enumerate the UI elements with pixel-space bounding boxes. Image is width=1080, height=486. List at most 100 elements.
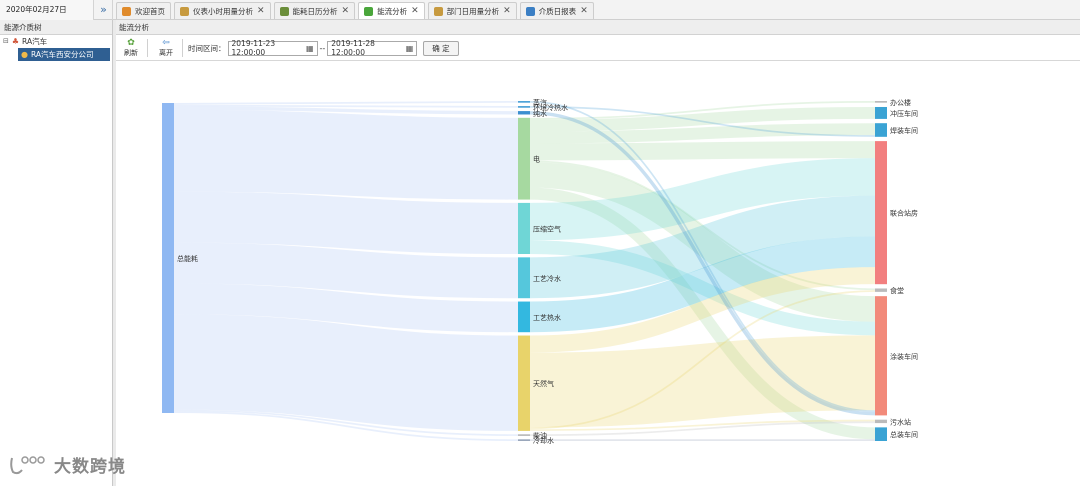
datetime-display: 2020年02月27日 12:34:34 (0, 0, 94, 34)
sankey-node[interactable] (518, 111, 530, 115)
globe-icon (525, 6, 535, 16)
sankey-node-label: 工艺热水 (533, 313, 561, 322)
watermark-text: 大数跨境 (54, 457, 126, 477)
sankey-node-label: 办公楼 (890, 98, 911, 107)
main-panel: 能流分析 ✿ 刷新 ⇦ 离开 时间区间： 2019-11-23 12:00:00… (116, 20, 1080, 486)
sankey-node-label: 涂装车间 (890, 352, 918, 361)
range-separator: -- (319, 43, 326, 53)
sankey-node[interactable] (875, 419, 887, 424)
collapse-sidebar-button[interactable]: » (95, 0, 113, 20)
calendar-icon[interactable]: ▦ (306, 44, 314, 53)
start-date-input[interactable]: 2019-11-23 12:00:00 ▦ (227, 39, 318, 57)
toolbar-divider (147, 39, 148, 57)
refresh-label: 刷新 (124, 49, 138, 57)
sankey-node[interactable] (518, 434, 530, 436)
tab-strip: 欢迎首页 仪表小时用量分析 ✕ 能耗日历分析 ✕ 能流分析 ✕ 部门日用量分析 ✕ 介质日报表 ✕ (116, 2, 594, 20)
tab-2[interactable]: 能耗日历分析 ✕ (273, 2, 356, 19)
tab-label: 介质日报表 (538, 6, 577, 16)
sankey-node-label: 焊装车间 (890, 126, 918, 135)
tab-0[interactable]: 欢迎首页 (116, 2, 171, 19)
sankey-node[interactable] (162, 103, 174, 413)
toolbar: ✿ 刷新 ⇦ 离开 时间区间： 2019-11-23 12:00:00 ▦ --… (116, 36, 1080, 61)
tab-4[interactable]: 部门日用量分析 ✕ (427, 2, 517, 19)
sankey-link[interactable] (173, 242, 519, 299)
sankey-link[interactable] (173, 283, 519, 333)
sankey-node[interactable] (875, 427, 887, 441)
sankey-link[interactable] (173, 100, 519, 105)
sankey-node[interactable] (518, 106, 530, 108)
sankey-link[interactable] (173, 191, 519, 255)
sankey-link[interactable] (173, 109, 519, 200)
sankey-node-label: 压缩空气 (533, 224, 561, 233)
exit-icon: ⇦ (162, 38, 170, 48)
close-tab-icon[interactable]: ✕ (411, 6, 419, 16)
sankey-node[interactable] (875, 141, 887, 285)
sankey-chart: 总能耗蒸汽环境冷热水纯水电压缩空气工艺冷水工艺热水天然气柴油冷却水办公楼冲压车间… (162, 98, 918, 445)
flow-icon (364, 6, 374, 16)
leave-button[interactable]: ⇦ 离开 (153, 36, 179, 60)
time-range-label: 时间区间： (188, 43, 226, 53)
tree-toggle-icon[interactable]: ⊟ (3, 35, 9, 48)
refresh-button[interactable]: ✿ 刷新 (118, 36, 144, 60)
sankey-link[interactable] (529, 141, 876, 161)
sankey-node-label: 污水站 (890, 417, 911, 426)
close-tab-icon[interactable]: ✕ (580, 6, 588, 16)
sankey-node[interactable] (875, 296, 887, 416)
sankey-node-label: 冷却水 (533, 436, 554, 445)
sankey-node[interactable] (875, 288, 887, 292)
sankey-node[interactable] (518, 257, 530, 299)
sankey-node[interactable] (518, 202, 530, 255)
toolbar-divider (182, 39, 183, 57)
tab-label: 部门日用量分析 (446, 6, 500, 16)
top-bar: 2020年02月27日 12:34:34 » 欢迎首页仪表小时用量分析✕能耗日历… (0, 0, 1080, 34)
branch-icon: ● (21, 50, 28, 59)
sankey-node-label: 电 (533, 155, 540, 164)
sankey-node-label: 食堂 (890, 286, 904, 295)
tab-1[interactable]: 仪表小时用量分析 ✕ (174, 2, 271, 19)
calendar-icon[interactable]: ▦ (406, 44, 414, 53)
sankey-node[interactable] (518, 301, 530, 333)
calendar-icon (279, 6, 289, 16)
sankey-node-label: 总装车间 (890, 430, 918, 439)
confirm-button[interactable]: 确 定 (423, 40, 459, 56)
tree-node-child-label: RA汽车西安分公司 (30, 50, 94, 59)
sankey-node[interactable] (518, 439, 530, 441)
sankey-link[interactable] (529, 335, 876, 428)
company-icon: ♣ (11, 37, 20, 46)
tree-node-child[interactable]: ● RA汽车西安分公司 (18, 48, 110, 61)
tree-node-root-label: RA汽车 (22, 37, 48, 46)
end-date-input[interactable]: 2019-11-28 12:00:00 ▦ (327, 39, 418, 57)
report-icon (433, 6, 443, 16)
leave-label: 离开 (159, 49, 173, 57)
panel-title: 能流分析 (116, 20, 1080, 35)
sidebar: 能源介质树 ⊟ ♣ RA汽车 ● RA汽车西安分公司 (0, 20, 113, 486)
sankey-node-label: 纯水 (533, 109, 547, 118)
sankey-node[interactable] (875, 123, 887, 137)
tree-node-root[interactable]: ⊟ ♣ RA汽车 (0, 35, 112, 48)
sankey-node[interactable] (518, 117, 530, 200)
sidebar-title: 能源介质树 (0, 20, 112, 35)
sankey-node-label: 天然气 (533, 379, 554, 388)
sankey-link[interactable] (173, 314, 519, 431)
watermark: 大数跨境 (8, 452, 126, 477)
sankey-node[interactable] (875, 101, 887, 103)
start-date-value: 2019-11-23 12:00:00 (231, 39, 276, 57)
close-tab-icon[interactable]: ✕ (257, 6, 265, 16)
close-tab-icon[interactable]: ✕ (503, 6, 511, 16)
sankey-node-label: 工艺冷水 (533, 274, 561, 283)
tab-5[interactable]: 介质日报表 ✕ (519, 2, 594, 19)
sankey-node[interactable] (518, 335, 530, 431)
watermark-logo-icon (10, 455, 45, 474)
report-icon (180, 6, 189, 16)
sankey-node-label: 冲压车间 (890, 109, 918, 118)
sankey-node-label: 联合站房 (890, 209, 918, 218)
end-date-value: 2019-11-28 12:00:00 (331, 39, 375, 57)
tab-label: 能耗日历分析 (292, 6, 338, 16)
sankey-node[interactable] (875, 106, 887, 119)
home-icon (122, 6, 131, 16)
close-tab-icon[interactable]: ✕ (342, 6, 350, 16)
tab-label: 仪表小时用量分析 (193, 6, 253, 16)
tab-3[interactable]: 能流分析 ✕ (358, 2, 425, 19)
sankey-node-label: 总能耗 (177, 254, 198, 263)
sankey-node[interactable] (518, 101, 530, 103)
